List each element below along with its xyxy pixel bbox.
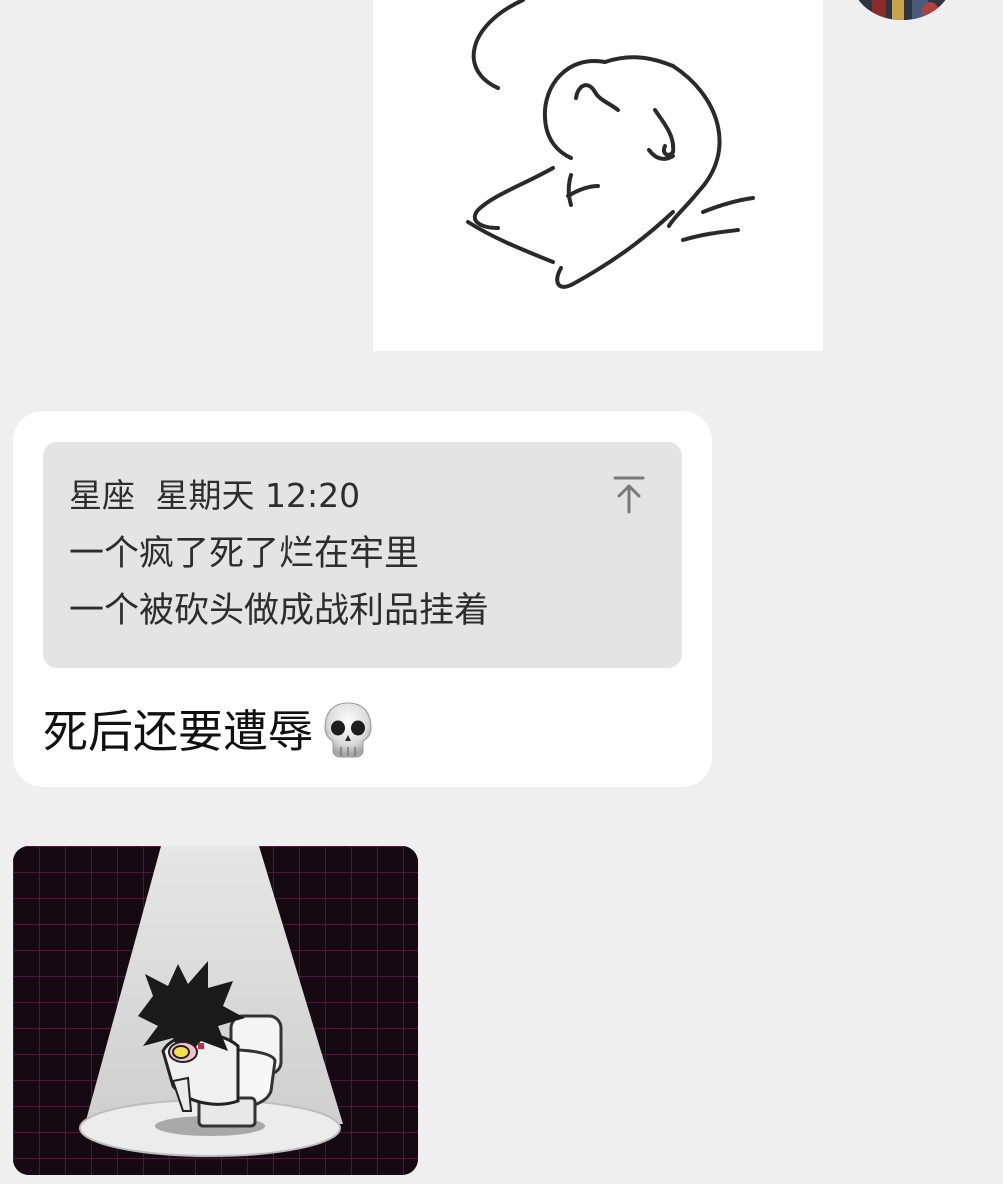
avatar[interactable] <box>852 0 952 20</box>
sticker-image-message[interactable] <box>13 846 418 1175</box>
message-bubble[interactable]: 星座 星期天 12:20 一个疯了死了烂在牢里 一个被砍头做成战利品挂着 死后还… <box>13 411 712 787</box>
sketch-image-message[interactable] <box>373 0 823 351</box>
quote-sender: 星座 <box>69 476 135 515</box>
quoted-message[interactable]: 星座 星期天 12:20 一个疯了死了烂在牢里 一个被砍头做成战利品挂着 <box>43 442 682 668</box>
quote-header: 星座 星期天 12:20 <box>69 474 360 518</box>
arrow-up-to-line-icon[interactable] <box>609 472 649 516</box>
message-text: 死后还要遭辱 <box>43 699 375 761</box>
quote-time: 星期天 12:20 <box>155 476 361 515</box>
skull-emoji-icon <box>321 699 375 759</box>
quote-line-2: 一个被砍头做成战利品挂着 <box>69 591 490 631</box>
quote-line-1: 一个疯了死了烂在牢里 <box>69 534 420 574</box>
message-body: 死后还要遭辱 <box>43 705 314 758</box>
